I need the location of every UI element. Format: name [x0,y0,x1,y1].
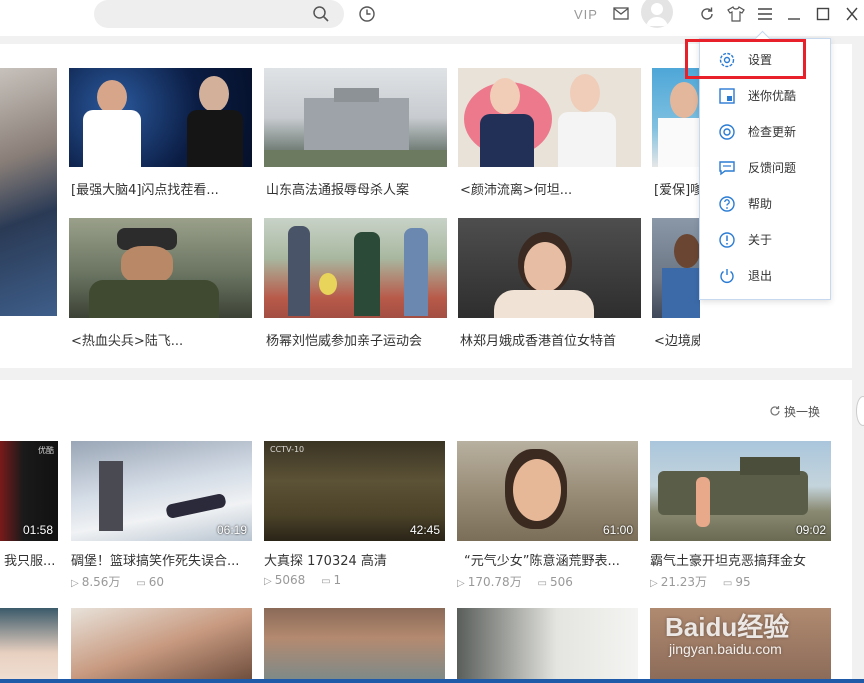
video-duration: 01:58 [22,523,53,537]
video-stats: ▷ 21.23万 ▭ 95 [650,573,751,590]
refresh-label: 换一换 [784,405,821,419]
watermark-brand: Baidu经验 [665,612,790,642]
menu-item-label: 关于 [748,233,773,247]
play-count: 5068 [274,573,306,587]
video-thumbnail[interactable]: CCTV-10 42:45 [264,441,445,541]
play-count-icon: ▷ [457,578,465,589]
comment-icon: ▭ [136,578,146,589]
vip-link[interactable]: VIP [574,7,598,22]
video-thumbnail[interactable] [458,68,641,167]
play-count-icon: ▷ [650,578,658,589]
video-thumbnail[interactable]: 06:19 [71,441,252,541]
video-thumbnail[interactable] [71,608,252,683]
menu-item-about[interactable]: 关于 [700,222,830,258]
help-icon [719,196,735,212]
video-thumbnail[interactable] [457,608,638,683]
menu-item-exit[interactable]: 退出 [700,258,830,294]
video-duration: 42:45 [409,523,440,537]
play-count-icon: ▷ [264,576,272,587]
video-title[interactable]: “元气少女”陈意涵荒野表... [464,550,638,569]
comment-icon: ▭ [321,576,331,587]
video-thumbnail[interactable] [264,608,445,683]
menu-icon[interactable] [757,6,773,22]
video-thumbnail[interactable] [458,218,641,318]
video-duration: 09:02 [795,523,826,537]
comment-count: 95 [735,575,751,589]
play-count: 21.23万 [660,575,708,589]
video-thumbnail[interactable] [652,68,700,167]
avatar[interactable] [641,0,673,28]
history-icon[interactable] [358,5,376,23]
scroll-button[interactable] [856,396,864,426]
video-thumbnail[interactable] [0,68,57,316]
mini-window-icon [719,88,735,104]
close-icon[interactable] [845,6,859,22]
comment-count: 506 [549,575,573,589]
refresh-button[interactable]: 换一换 [769,403,820,420]
video-title[interactable]: <颜沛流离>何坦... [460,179,640,198]
video-thumbnail[interactable]: 优酷 01:58 [0,441,58,541]
menu-item-mini-youku[interactable]: 迷你优酷 [700,78,830,114]
video-stats: ▷ 170.78万 ▭ 506 [457,573,573,590]
maximize-icon[interactable] [816,6,830,22]
video-title[interactable]: 杨幂刘恺威参加亲子运动会 [266,330,446,349]
video-duration: 61:00 [602,523,633,537]
video-thumbnail[interactable] [69,68,252,167]
baidu-watermark: Baidu经验 jingyan.baidu.com [663,603,863,663]
video-title[interactable]: 林郑月娥成香港首位女特首 [460,330,640,349]
video-title[interactable]: 碉堡！篮球搞笑作死失误合... [71,550,252,569]
refresh-icon [770,406,780,416]
play-count: 170.78万 [467,575,522,589]
video-title[interactable]: 山东高法通报辱母杀人案 [266,179,446,198]
video-title[interactable]: 霸气土豪开坦克恶搞拜金女 [650,550,831,569]
settings-highlight-box [685,39,806,79]
video-title[interactable]: <热血尖兵>陆飞... [71,330,251,349]
update-icon [719,124,735,140]
video-title[interactable]: [最强大脑4]闪点找茬看... [71,179,251,198]
menu-item-check-update[interactable]: 检查更新 [700,114,830,150]
refresh-icon[interactable] [699,6,715,22]
watermark-url: jingyan.baidu.com [669,641,782,657]
video-title[interactable]: 我只服... [4,550,60,569]
video-duration: 06:19 [216,523,247,537]
video-watermark: CCTV-10 [270,445,305,454]
video-thumbnail[interactable]: 61:00 [457,441,638,541]
comment-count: 60 [148,575,164,589]
video-thumbnail[interactable] [69,218,252,318]
search-input[interactable] [94,0,344,28]
video-thumbnail[interactable] [264,68,447,167]
video-stats: ▷ 8.56万 ▭ 60 [71,573,164,590]
video-title[interactable]: [爱保]嗲... [654,179,700,198]
menu-item-label: 迷你优酷 [748,89,797,103]
menu-item-help[interactable]: 帮助 [700,186,830,222]
video-stats: ▷ 5068 ▭ 1 [264,573,341,587]
menu-item-label: 反馈问题 [748,161,797,175]
video-title[interactable]: 大真探 170324 高清 [264,550,445,569]
video-thumbnail[interactable]: 09:02 [650,441,831,541]
bottom-border [0,679,864,683]
menu-item-label: 检查更新 [748,125,797,139]
video-title[interactable]: <边境威龙>免费首播 [654,330,700,349]
menu-item-feedback[interactable]: 反馈问题 [700,150,830,186]
info-icon [719,232,735,248]
video-thumbnail[interactable] [0,608,58,683]
video-watermark: 优酷 [38,446,54,455]
comment-icon: ▭ [537,578,547,589]
menu-item-label: 帮助 [748,197,773,211]
skin-icon[interactable] [727,6,745,22]
play-count: 8.56万 [81,575,121,589]
video-thumbnail[interactable] [264,218,447,318]
play-count-icon: ▷ [71,578,79,589]
power-icon [720,269,734,283]
title-bar: VIP [0,0,864,36]
comment-icon: ▭ [722,578,733,589]
minimize-icon[interactable] [787,6,801,22]
mail-icon[interactable] [613,7,629,20]
comment-count: 1 [333,573,342,587]
search-icon[interactable] [312,5,330,23]
video-thumbnail[interactable] [652,218,700,318]
feedback-icon [719,161,735,176]
menu-item-label: 退出 [748,269,773,283]
